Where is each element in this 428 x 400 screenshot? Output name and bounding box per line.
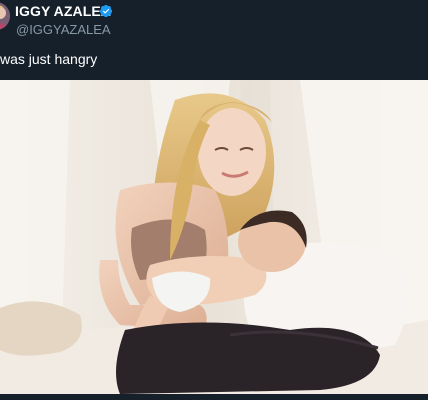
tweet-card: IGGY AZALEA @IGGYAZALEA was just hangry bbox=[0, 0, 428, 400]
tweet-photo[interactable] bbox=[0, 80, 428, 394]
handle[interactable]: @IGGYAZALEA bbox=[16, 22, 111, 37]
verified-badge-icon bbox=[99, 4, 113, 18]
photo-illustration bbox=[0, 80, 428, 394]
display-name[interactable]: IGGY AZALEA bbox=[15, 3, 111, 19]
avatar[interactable] bbox=[0, 2, 10, 30]
tweet-text: was just hangry bbox=[0, 51, 98, 67]
profile-avatar-icon bbox=[0, 2, 10, 30]
